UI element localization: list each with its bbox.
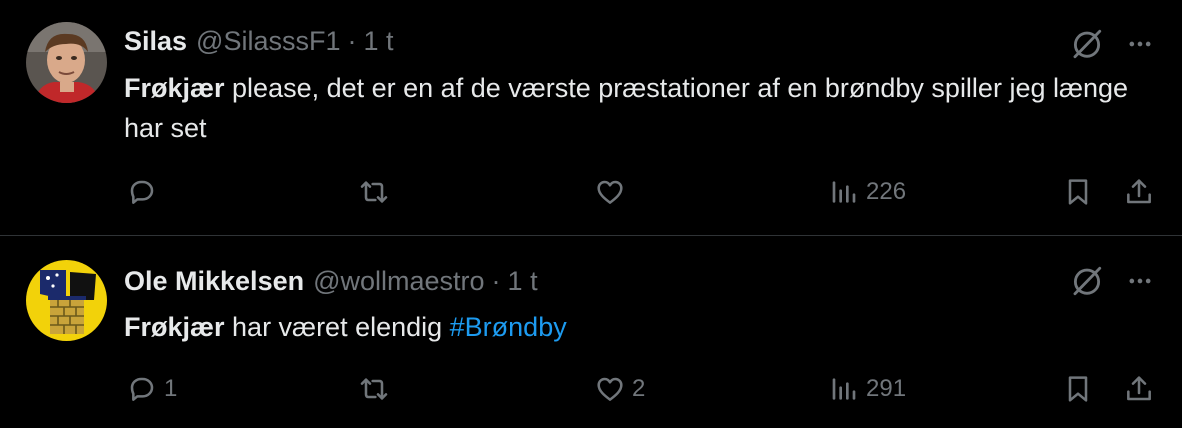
author-name[interactable]: Silas xyxy=(124,26,187,57)
mention-text: Frøkjær xyxy=(124,312,225,342)
tweet-text: Frøkjær please, det er en af de værste p… xyxy=(124,68,1134,148)
tweet-body: please, det er en af de værste præstatio… xyxy=(124,73,1129,143)
reply-icon xyxy=(130,377,154,401)
heart-icon xyxy=(597,377,623,401)
share-icon xyxy=(1127,179,1151,204)
hashtag-link[interactable]: #Brøndby xyxy=(450,312,567,342)
bookmark-button[interactable] xyxy=(1062,369,1094,409)
share-button[interactable] xyxy=(1123,369,1155,409)
author-handle[interactable]: @wollmaestro xyxy=(313,266,484,297)
views-icon xyxy=(832,181,856,203)
grok-icon[interactable] xyxy=(1069,26,1105,62)
more-icon[interactable] xyxy=(1122,26,1158,62)
action-bar: 1 2 291 xyxy=(0,369,1182,409)
timestamp[interactable]: 1 t xyxy=(364,26,394,57)
action-bar: 226 xyxy=(0,172,1182,212)
views-button[interactable]: 291 xyxy=(828,369,906,409)
tweet[interactable]: Ole Mikkelsen @wollmaestro · 1 t Frøkjær… xyxy=(0,236,1182,428)
bookmark-icon xyxy=(1068,179,1088,205)
views-icon xyxy=(832,378,856,400)
tweet-header: Ole Mikkelsen @wollmaestro · 1 t xyxy=(124,266,538,300)
like-button[interactable] xyxy=(594,172,626,212)
more-icon[interactable] xyxy=(1122,263,1158,299)
reply-count: 1 xyxy=(164,375,178,402)
like-button[interactable]: 2 xyxy=(594,369,645,409)
retweet-button[interactable] xyxy=(358,369,390,409)
bookmark-icon xyxy=(1068,376,1088,402)
separator: · xyxy=(347,26,357,56)
separator: · xyxy=(491,266,501,296)
retweet-icon xyxy=(360,378,388,400)
tweet-header: Silas @SilasssF1 · 1 t xyxy=(124,26,394,60)
grok-icon[interactable] xyxy=(1069,263,1105,299)
views-count: 291 xyxy=(866,375,907,402)
share-icon xyxy=(1127,376,1151,401)
tweet-body: har været elendig xyxy=(224,312,450,342)
heart-icon xyxy=(597,180,623,204)
tweet-text: Frøkjær har været elendig #Brøndby xyxy=(124,307,1134,347)
mention-text: Frøkjær xyxy=(124,73,225,103)
views-button[interactable]: 226 xyxy=(828,172,906,212)
retweet-icon xyxy=(360,181,388,203)
timestamp[interactable]: 1 t xyxy=(508,266,538,297)
avatar[interactable] xyxy=(26,260,107,341)
tweet[interactable]: Silas @SilasssF1 · 1 t Frøkjær please, d… xyxy=(0,0,1182,235)
retweet-button[interactable] xyxy=(358,172,390,212)
bookmark-button[interactable] xyxy=(1062,172,1094,212)
reply-button[interactable] xyxy=(126,172,158,212)
author-name[interactable]: Ole Mikkelsen xyxy=(124,266,304,297)
views-count: 226 xyxy=(866,178,907,205)
author-handle[interactable]: @SilasssF1 xyxy=(196,26,340,57)
avatar[interactable] xyxy=(26,22,107,103)
reply-button[interactable]: 1 xyxy=(126,369,177,409)
reply-icon xyxy=(130,180,154,204)
like-count: 2 xyxy=(632,375,646,402)
share-button[interactable] xyxy=(1123,172,1155,212)
